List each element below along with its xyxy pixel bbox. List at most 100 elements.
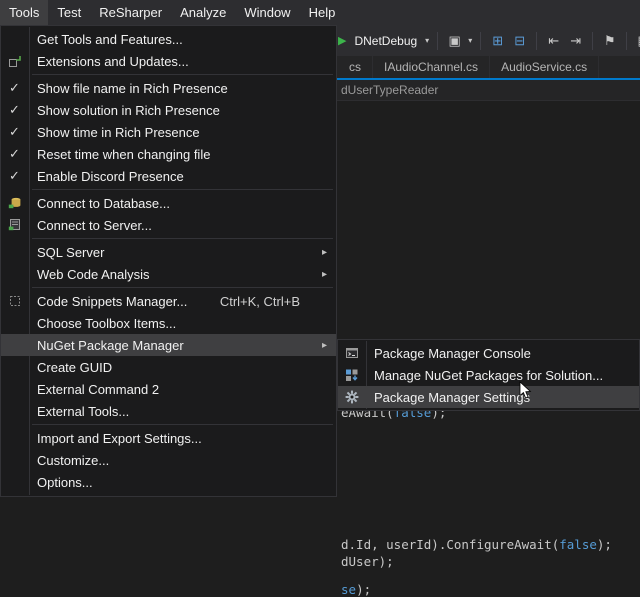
menu-item-label: Web Code Analysis (37, 267, 150, 282)
menubar-item-window[interactable]: Window (235, 0, 299, 25)
menu-item-label: NuGet Package Manager (37, 338, 184, 353)
tab-label: IAudioChannel.cs (384, 60, 478, 74)
nuget-submenu: Package Manager Console Manage NuGet Pac… (337, 339, 640, 411)
toolbar-separator (536, 32, 537, 50)
menu-item-label: SQL Server (37, 245, 104, 260)
menu-item-show-solution-rich-presence[interactable]: ✓Show solution in Rich Presence (1, 99, 336, 121)
tab-label: AudioService.cs (501, 60, 587, 74)
decrease-indent-icon[interactable]: ⇤ (545, 32, 562, 49)
menu-item-label: Enable Discord Presence (37, 169, 184, 184)
check-icon: ✓ (9, 124, 20, 140)
menubar-item-tools[interactable]: Tools (0, 0, 48, 25)
menu-item-create-guid[interactable]: Create GUID (1, 356, 336, 378)
menubar-label: Tools (9, 5, 39, 20)
menu-item-label: Manage NuGet Packages for Solution... (374, 368, 603, 383)
menubar-label: ReSharper (99, 5, 162, 20)
debug-target-dropdown[interactable]: DNetDebug (354, 34, 417, 48)
menu-item-enable-discord-presence[interactable]: ✓ Enable Discord Presence (1, 165, 336, 187)
menubar-label: Test (57, 5, 81, 20)
console-icon (345, 346, 359, 360)
gear-icon (345, 390, 359, 404)
menu-item-choose-toolbox-items[interactable]: Choose Toolbox Items... (1, 312, 336, 334)
tab-audioservice[interactable]: AudioService.cs (490, 56, 599, 78)
menu-item-label: Show time in Rich Presence (37, 125, 200, 140)
menubar-label: Analyze (180, 5, 226, 20)
menubar-item-resharper[interactable]: ReSharper (90, 0, 171, 25)
packages-icon (345, 368, 359, 382)
menu-item-nuget-package-manager[interactable]: NuGet Package Manager ▸ (1, 334, 336, 356)
menu-item-customize[interactable]: Customize... (1, 449, 336, 471)
menu-item-label: Connect to Database... (37, 196, 170, 211)
check-icon: ✓ (9, 102, 20, 118)
check-icon: ✓ (9, 80, 20, 96)
menu-item-show-time-rich-presence[interactable]: ✓ Show time in Rich Presence (1, 121, 336, 143)
tabs: cs IAudioChannel.cs AudioService.cs (338, 56, 599, 78)
menu-item-show-file-name-rich-presence[interactable]: ✓ Show file name in Rich Presence (1, 77, 336, 99)
code-text: d.Id, userId).ConfigureAwait( (341, 537, 559, 552)
submenu-item-package-manager-console[interactable]: Package Manager Console (338, 342, 639, 364)
menu-item-connect-to-database[interactable]: Connect to Database... (1, 192, 336, 214)
submenu-arrow-icon: ▸ (322, 340, 327, 351)
toolbar-separator (592, 32, 593, 50)
bookmark-icon[interactable]: ⚑ (601, 32, 618, 49)
submenu-item-manage-nuget-packages[interactable]: Manage NuGet Packages for Solution... (338, 364, 639, 386)
code-line: dUser); (341, 554, 394, 569)
snippets-icon (8, 294, 22, 308)
increase-indent-icon[interactable]: ⇥ (567, 32, 584, 49)
menubar-item-test[interactable]: Test (48, 0, 90, 25)
menu-separator (32, 189, 333, 190)
code-text: ); (356, 582, 371, 597)
check-icon: ✓ (9, 146, 20, 162)
submenu-item-package-manager-settings[interactable]: Package Manager Settings (338, 386, 639, 408)
menubar-label: Window (244, 5, 290, 20)
breadcrumb[interactable]: dUserTypeReader (341, 83, 438, 97)
menubar-item-analyze[interactable]: Analyze (171, 0, 235, 25)
code-line: d.Id, userId).ConfigureAwait(false); (341, 537, 612, 552)
code-keyword: se (341, 582, 356, 597)
menu-item-shortcut: Ctrl+K, Ctrl+B (220, 294, 324, 309)
menu-item-label: Get Tools and Features... (37, 32, 183, 47)
toolbar-separator (480, 32, 481, 50)
toolbar-separator (437, 32, 438, 50)
server-icon (8, 218, 22, 232)
menu-item-import-export-settings[interactable]: Import and Export Settings... (1, 427, 336, 449)
menu-item-code-snippets-manager[interactable]: Code Snippets Manager... Ctrl+K, Ctrl+B (1, 290, 336, 312)
menu-item-label: Create GUID (37, 360, 112, 375)
menu-separator (32, 238, 333, 239)
chevron-down-icon[interactable]: ▾ (425, 36, 429, 45)
start-debug-icon[interactable]: ▶ (338, 34, 346, 47)
menu-item-options[interactable]: Options... (1, 471, 336, 493)
comment-icon[interactable]: ▤ (635, 32, 640, 49)
code-line: se); (341, 582, 371, 597)
submenu-arrow-icon: ▸ (322, 269, 327, 280)
menu-item-get-tools-and-features[interactable]: Get Tools and Features... (1, 28, 336, 50)
menubar-label: Help (309, 5, 336, 20)
menu-bar: Tools Test ReSharper Analyze Window Help (0, 0, 640, 25)
tab-iaudiochannel[interactable]: IAudioChannel.cs (373, 56, 490, 78)
menu-item-label: Package Manager Console (374, 346, 531, 361)
check-icon: ✓ (9, 168, 20, 184)
menu-item-web-code-analysis[interactable]: Web Code Analysis ▸ (1, 263, 336, 285)
menu-item-connect-to-server[interactable]: Connect to Server... (1, 214, 336, 236)
navigate-forward-icon[interactable]: ⊟ (511, 32, 528, 49)
menu-item-reset-time-when-changing-file[interactable]: ✓Reset time when changing file (1, 143, 336, 165)
menu-item-external-tools[interactable]: External Tools... (1, 400, 336, 422)
menu-item-label: Choose Toolbox Items... (37, 316, 176, 331)
menu-item-label: Show file name in Rich Presence (37, 81, 228, 96)
navigate-backward-icon[interactable]: ⊞ (489, 32, 506, 49)
menu-item-external-command-2[interactable]: External Command 2 (1, 378, 336, 400)
menu-item-sql-server[interactable]: SQL Server ▸ (1, 241, 336, 263)
menu-separator (32, 287, 333, 288)
submenu-arrow-icon: ▸ (322, 247, 327, 258)
menubar-item-help[interactable]: Help (300, 0, 345, 25)
menu-item-label: Code Snippets Manager... (37, 294, 187, 309)
attach-icon[interactable]: ▣ (446, 32, 463, 49)
menu-item-label: Options... (37, 475, 93, 490)
menu-item-extensions-and-updates[interactable]: Extensions and Updates... (1, 50, 336, 72)
menu-item-label: Connect to Server... (37, 218, 152, 233)
menu-item-label: External Command 2 (37, 382, 159, 397)
tab-partial[interactable]: cs (338, 56, 373, 78)
chevron-down-icon[interactable]: ▾ (468, 36, 472, 45)
menu-item-label: Package Manager Settings (374, 390, 530, 405)
database-icon (8, 196, 22, 210)
